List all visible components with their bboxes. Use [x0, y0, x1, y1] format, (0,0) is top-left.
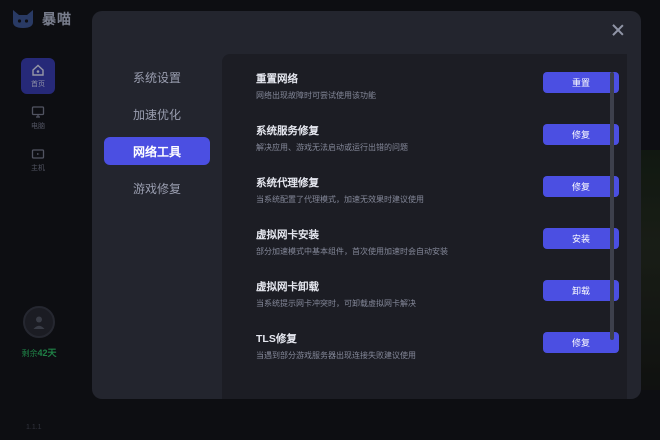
tool-row-proxy-repair: 系统代理修复 当系统配置了代理模式，加速无效果时建议使用 修复	[256, 175, 619, 211]
nav-item-system-settings[interactable]: 系统设置	[104, 63, 210, 91]
tool-desc: 网络出现故障时可尝试使用该功能	[256, 91, 376, 100]
scrollbar[interactable]	[610, 72, 614, 340]
uninstall-button[interactable]: 卸载	[543, 280, 619, 301]
network-tools-dialog: 系统设置 加速优化 网络工具 游戏修复 重置网络 网络出现故障时可尝试使用该功能…	[92, 11, 641, 399]
tool-row-service-repair: 系统服务修复 解决应用、游戏无法启动或运行出错的问题 修复	[256, 123, 619, 159]
tool-desc: 当遇到部分游戏服务器出现连接失败建议使用	[256, 351, 416, 360]
tool-title: TLS修复	[256, 333, 297, 345]
nav-item-game-repair[interactable]: 游戏修复	[104, 174, 210, 202]
install-button[interactable]: 安装	[543, 228, 619, 249]
tool-desc: 部分加速模式中基本组件，首次使用加速时会自动安装	[256, 247, 448, 256]
tool-desc: 当系统配置了代理模式，加速无效果时建议使用	[256, 195, 424, 204]
reset-button[interactable]: 重置	[543, 72, 619, 93]
proxy-repair-button[interactable]: 修复	[543, 176, 619, 197]
settings-nav: 系统设置 加速优化 网络工具 游戏修复	[104, 63, 210, 211]
service-repair-button[interactable]: 修复	[543, 124, 619, 145]
tools-panel: 重置网络 网络出现故障时可尝试使用该功能 重置 系统服务修复 解决应用、游戏无法…	[222, 54, 627, 399]
tls-repair-button[interactable]: 修复	[543, 332, 619, 353]
tool-title: 虚拟网卡安装	[256, 229, 319, 241]
tool-title: 系统服务修复	[256, 125, 319, 137]
tool-title: 虚拟网卡卸载	[256, 281, 319, 293]
tool-desc: 当系统提示网卡冲突时，可卸载虚拟网卡解决	[256, 299, 416, 308]
tool-title: 重置网络	[256, 73, 298, 85]
close-icon[interactable]	[611, 23, 625, 37]
tool-title: 系统代理修复	[256, 177, 319, 189]
tool-row-tls-repair: TLS修复 当遇到部分游戏服务器出现连接失败建议使用 修复	[256, 331, 619, 367]
tool-row-reset-network: 重置网络 网络出现故障时可尝试使用该功能 重置	[256, 71, 619, 107]
tool-desc: 解决应用、游戏无法启动或运行出错的问题	[256, 143, 408, 152]
nav-item-acceleration[interactable]: 加速优化	[104, 100, 210, 128]
tool-row-vnic-install: 虚拟网卡安装 部分加速模式中基本组件，首次使用加速时会自动安装 安装	[256, 227, 619, 263]
tool-row-vnic-uninstall: 虚拟网卡卸载 当系统提示网卡冲突时，可卸载虚拟网卡解决 卸载	[256, 279, 619, 315]
nav-item-network-tools[interactable]: 网络工具	[104, 137, 210, 165]
